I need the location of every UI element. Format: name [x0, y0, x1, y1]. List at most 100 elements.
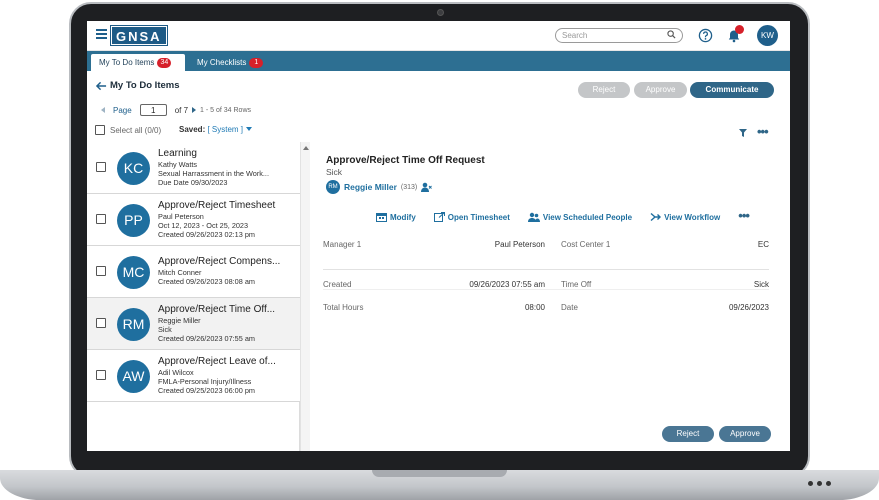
back-arrow-icon[interactable]: [96, 81, 107, 91]
search-placeholder: Search: [562, 31, 588, 40]
detail-actions: Modify Open Timesheet View Scheduled Peo…: [376, 209, 750, 222]
help-icon[interactable]: [698, 28, 713, 43]
list-scrollbar[interactable]: [300, 142, 310, 451]
item-checkbox[interactable]: [96, 370, 106, 380]
person-id: (313): [400, 183, 418, 191]
item-line: Adil Wilcox: [158, 368, 194, 377]
item-checkbox[interactable]: [96, 266, 106, 276]
person-info-icon[interactable]: [421, 182, 433, 192]
list-more-options-icon[interactable]: •••: [757, 125, 769, 138]
avatar: RM: [326, 180, 340, 194]
field-value: 09/26/2023 07:55 am: [469, 280, 545, 289]
indicator-lights: [808, 481, 831, 486]
item-line: Created 09/26/2023 07:55 am: [158, 334, 255, 343]
item-line: Oct 12, 2023 - Oct 25, 2023: [158, 221, 249, 230]
communicate-button[interactable]: Communicate: [690, 82, 774, 98]
search-input[interactable]: Search: [555, 28, 683, 43]
person-name-link[interactable]: Reggie Miller: [344, 182, 397, 192]
open-timesheet-button[interactable]: Open Timesheet: [433, 212, 510, 222]
field-value: EC: [757, 240, 769, 249]
pager: Page 1 of 7 1 - 5 of 34 Rows: [101, 104, 251, 116]
item-line: Created 09/26/2023 08:08 am: [158, 277, 255, 286]
list-item[interactable]: PP Approve/Reject Timesheet Paul Peterson…: [87, 194, 300, 246]
reject-button-top[interactable]: Reject: [578, 82, 630, 98]
next-page-icon[interactable]: [192, 107, 197, 113]
filter-icon[interactable]: [739, 129, 747, 137]
modify-button[interactable]: Modify: [376, 212, 416, 222]
field-row: Total Hours 08:00 Date 09/26/2023: [323, 303, 769, 315]
tab-my-to-do-items[interactable]: My To Do Items 34: [91, 54, 185, 71]
field-value: Sick: [753, 280, 769, 289]
view-workflow-label: View Workflow: [664, 212, 721, 222]
notification-badge: [735, 25, 744, 34]
field-value: 08:00: [524, 303, 545, 312]
scroll-up-icon[interactable]: [303, 146, 309, 150]
field-label: Created: [323, 280, 352, 289]
item-checkbox[interactable]: [96, 214, 106, 224]
select-all-checkbox[interactable]: [95, 125, 105, 135]
item-title: Approve/Reject Compens...: [158, 256, 281, 267]
item-line: Kathy Watts: [158, 160, 198, 169]
divider: [323, 289, 769, 290]
item-line: Due Date 09/30/2023: [158, 178, 228, 187]
list-item[interactable]: AW Approve/Reject Leave of... Adil Wilcox…: [87, 350, 300, 402]
chevron-down-icon[interactable]: [246, 127, 253, 131]
detail-more-options-icon[interactable]: •••: [738, 209, 750, 222]
approve-button[interactable]: Approve: [719, 426, 771, 442]
field-label: Date: [561, 303, 578, 312]
list-item-selected[interactable]: RM Approve/Reject Time Off... Reggie Mill…: [87, 298, 300, 350]
menu-icon[interactable]: [96, 29, 107, 39]
field-label: Manager 1: [323, 240, 362, 249]
avatar: RM: [117, 308, 150, 341]
laptop-notch: [372, 470, 507, 477]
view-workflow-button[interactable]: View Workflow: [650, 212, 720, 222]
workflow-icon: [650, 212, 662, 222]
item-checkbox[interactable]: [96, 162, 106, 172]
item-checkbox[interactable]: [96, 318, 106, 328]
field-label: Total Hours: [323, 303, 364, 312]
view-scheduled-people-button[interactable]: View Scheduled People: [527, 212, 633, 222]
calendar-icon: [376, 213, 387, 222]
page-number-input[interactable]: 1: [139, 104, 167, 116]
item-line: Reggie Miller: [158, 316, 201, 325]
open-timesheet-label: Open Timesheet: [447, 212, 510, 222]
detail-title: Approve/Reject Time Off Request: [326, 155, 485, 166]
divider: [323, 269, 769, 270]
field-value: 09/26/2023: [728, 303, 769, 312]
select-all-label: Select all (0/0): [110, 125, 162, 135]
modify-label: Modify: [390, 212, 416, 222]
field-row: Created 09/26/2023 07:55 am Time Off Sic…: [323, 280, 769, 292]
view-scheduled-people-label: View Scheduled People: [542, 212, 633, 222]
user-avatar[interactable]: KW: [757, 25, 778, 46]
count-badge: 34: [157, 58, 172, 68]
app-logo[interactable]: GNSA: [110, 25, 168, 46]
tab-my-checklists[interactable]: My Checklists 1: [189, 54, 271, 71]
todo-list: KC Learning Kathy Watts Sexual Harrassment…: [87, 142, 300, 451]
rows-label: 1 - 5 of 34 Rows: [200, 106, 251, 114]
webcam: [437, 9, 444, 16]
open-external-icon: [433, 212, 445, 222]
list-item[interactable]: MC Approve/Reject Compens... Mitch Conner…: [87, 246, 300, 298]
item-title: Learning: [158, 148, 197, 159]
saved-filter[interactable]: Saved: [ System ]: [179, 125, 253, 134]
app-screen: GNSA Search KW My To Do Items 34 My Check…: [87, 21, 790, 451]
item-line: Created 09/26/2023 02:13 pm: [158, 230, 255, 239]
item-title: Approve/Reject Timesheet: [158, 200, 276, 211]
prev-page-icon[interactable]: [101, 107, 105, 113]
avatar: KC: [117, 152, 150, 185]
saved-label: Saved:: [179, 125, 206, 134]
search-icon[interactable]: [667, 30, 676, 39]
list-item[interactable]: KC Learning Kathy Watts Sexual Harrassment…: [87, 142, 300, 194]
select-all[interactable]: Select all (0/0): [95, 125, 161, 135]
detail-person: RM Reggie Miller (313): [326, 180, 433, 194]
item-line: Sexual Harrassment in the Work...: [158, 169, 269, 178]
tab-label: My To Do Items: [99, 58, 155, 67]
laptop-frame: GNSA Search KW My To Do Items 34 My Check…: [0, 0, 879, 500]
reject-button[interactable]: Reject: [662, 426, 714, 442]
item-line: Created 09/25/2023 06:00 pm: [158, 386, 255, 395]
avatar: AW: [117, 360, 150, 393]
item-title: Approve/Reject Time Off...: [158, 304, 276, 315]
saved-value[interactable]: [ System ]: [207, 125, 243, 134]
field-label: Cost Center 1: [561, 240, 611, 249]
approve-button-top[interactable]: Approve: [634, 82, 687, 98]
